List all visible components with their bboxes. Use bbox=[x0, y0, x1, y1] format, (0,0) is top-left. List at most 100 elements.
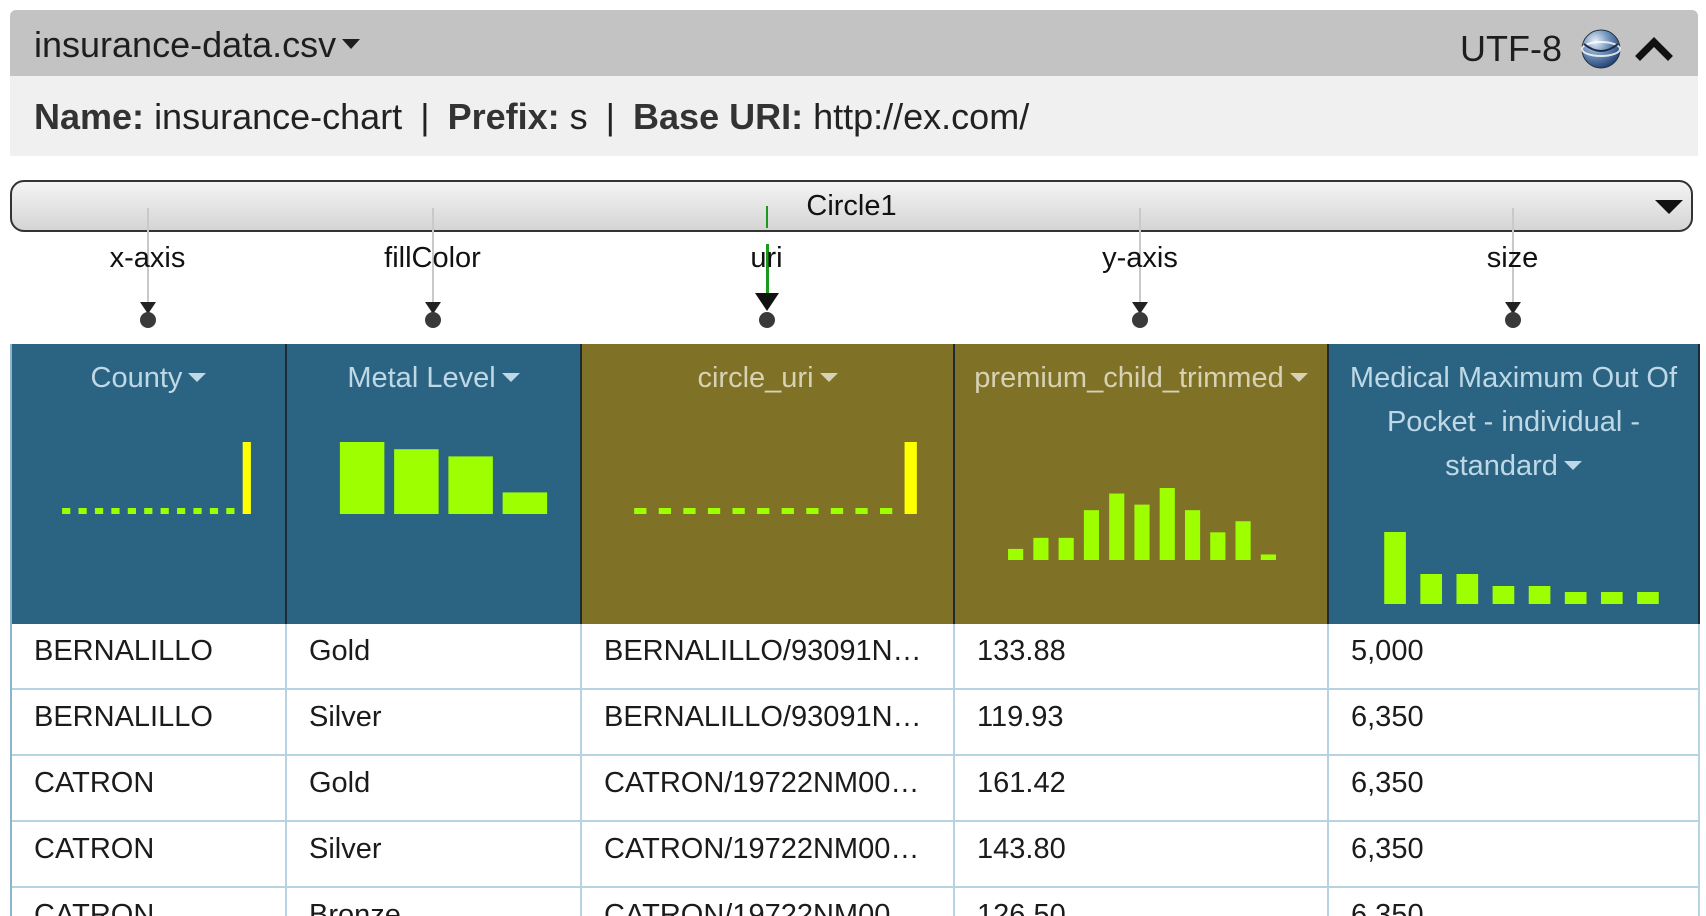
table-cell-x-axis: CATRON bbox=[12, 822, 287, 888]
histogram-bar bbox=[1600, 592, 1623, 604]
table-row[interactable]: CATRON Gold CATRON/19722NM00… 161.42 6,350 bbox=[12, 756, 1700, 822]
file-name-label: insurance-data.csv bbox=[34, 24, 337, 65]
encoding-label[interactable]: UTF-8 bbox=[1460, 28, 1562, 70]
data-table: County Metal Level circle_uri premium_child… bbox=[10, 344, 1700, 916]
table-cell-uri: CATRON/19722NM00… bbox=[582, 822, 955, 888]
column-header-label[interactable]: Metal Level bbox=[287, 344, 580, 400]
prefix-value: s bbox=[569, 96, 588, 137]
model-info-bar: Name: insurance-chart | Prefix: s | Base… bbox=[10, 76, 1698, 156]
histogram-bar bbox=[1083, 510, 1100, 560]
caret-down-icon[interactable] bbox=[1289, 372, 1308, 382]
histogram-bar bbox=[634, 508, 647, 514]
separator: | bbox=[420, 96, 430, 137]
property-label-y-axis[interactable]: y-axis bbox=[1102, 242, 1178, 275]
table-cell-fillColor: Silver bbox=[287, 822, 582, 888]
table-cell-fillColor: Bronze bbox=[287, 888, 582, 916]
base-uri-value: http://ex.com/ bbox=[813, 96, 1030, 137]
table-cell-size: 6,350 bbox=[1329, 690, 1700, 756]
histogram-bar bbox=[1456, 574, 1479, 604]
histogram-bar bbox=[242, 442, 251, 514]
chevron-up-icon[interactable] bbox=[1635, 30, 1673, 66]
connector-dot[interactable] bbox=[758, 312, 775, 328]
property-label-fillColor[interactable]: fillColor bbox=[384, 242, 481, 275]
table-cell-fillColor: Gold bbox=[287, 756, 582, 822]
histogram-bar bbox=[209, 508, 219, 514]
histogram-uri bbox=[634, 442, 917, 514]
histogram-size bbox=[1384, 532, 1659, 604]
table-cell-uri: BERNALILLO/93091N… bbox=[582, 624, 955, 690]
caret-down-icon bbox=[342, 39, 361, 50]
property-label-size[interactable]: size bbox=[1487, 242, 1539, 275]
caret-down-icon[interactable] bbox=[819, 372, 838, 382]
globe-icon[interactable] bbox=[1580, 28, 1622, 70]
caret-down-icon[interactable] bbox=[501, 372, 520, 382]
histogram-bar bbox=[62, 508, 71, 514]
column-name: Medical Maximum Out Of Pocket - individu… bbox=[1349, 362, 1678, 482]
histogram-bar bbox=[658, 508, 672, 514]
name-value: insurance-chart bbox=[154, 96, 403, 137]
model-selected-label: Circle1 bbox=[806, 190, 897, 222]
table-cell-y-axis: 133.88 bbox=[955, 624, 1329, 690]
histogram-fillColor bbox=[339, 442, 548, 514]
connector-dot[interactable] bbox=[1132, 312, 1148, 328]
column-name: County bbox=[90, 362, 183, 394]
column-header-size[interactable]: Medical Maximum Out Of Pocket - individu… bbox=[1329, 344, 1700, 624]
histogram-bar bbox=[1134, 504, 1150, 560]
table-cell-uri: CATRON/19722NM00… bbox=[582, 756, 955, 822]
separator: | bbox=[605, 96, 616, 137]
file-name-dropdown[interactable]: insurance-data.csv bbox=[34, 24, 361, 66]
table-cell-size: 5,000 bbox=[1329, 624, 1700, 690]
histogram-bar bbox=[1420, 574, 1443, 604]
histogram-bar bbox=[1184, 510, 1201, 560]
column-name: premium_child_trimmed bbox=[974, 362, 1284, 394]
histogram-bar bbox=[78, 508, 87, 514]
column-header-label[interactable]: premium_child_trimmed bbox=[955, 344, 1327, 400]
histogram-bar bbox=[781, 508, 794, 514]
histogram-bar bbox=[830, 508, 844, 514]
histogram-bar bbox=[502, 492, 548, 514]
column-header-label[interactable]: Medical Maximum Out Of Pocket - individu… bbox=[1329, 344, 1698, 488]
histogram-bar bbox=[707, 508, 721, 514]
histogram-bar bbox=[1528, 586, 1551, 604]
table-row[interactable]: CATRON Bronze CATRON/19722NM00… 126.50 6,350 bbox=[12, 888, 1700, 916]
model-info[interactable]: Name: insurance-chart | Prefix: s | Base… bbox=[34, 96, 1029, 138]
histogram-bar bbox=[94, 508, 104, 514]
histogram-bar bbox=[339, 442, 385, 514]
column-header-y-axis[interactable]: premium_child_trimmed bbox=[955, 344, 1329, 624]
histogram-bar bbox=[111, 508, 120, 514]
table-cell-fillColor: Gold bbox=[287, 624, 582, 690]
model-select[interactable]: Circle1 bbox=[10, 180, 1693, 232]
connector-dot[interactable] bbox=[139, 312, 156, 328]
column-header-fillColor[interactable]: Metal Level bbox=[287, 344, 582, 624]
table-row[interactable]: BERNALILLO Silver BERNALILLO/93091N… 119.93… bbox=[12, 690, 1700, 756]
table-cell-x-axis: CATRON bbox=[12, 756, 287, 822]
table-cell-x-axis: CATRON bbox=[12, 888, 287, 916]
caret-down-icon[interactable] bbox=[1563, 460, 1582, 470]
histogram-bar bbox=[394, 449, 439, 514]
column-header-x-axis[interactable]: County bbox=[12, 344, 287, 624]
connector-dot[interactable] bbox=[1504, 312, 1521, 328]
histogram-bar bbox=[1260, 554, 1276, 560]
column-header-uri[interactable]: circle_uri bbox=[582, 344, 955, 624]
histogram-bar bbox=[1637, 592, 1659, 604]
histogram-bar bbox=[1033, 537, 1049, 560]
histogram-y-axis bbox=[1008, 488, 1276, 560]
column-header-label[interactable]: circle_uri bbox=[582, 344, 953, 400]
table-cell-size: 6,350 bbox=[1329, 888, 1700, 916]
file-header: insurance-data.csv UTF-8 bbox=[10, 10, 1698, 76]
column-header-label[interactable]: County bbox=[12, 344, 285, 400]
histogram-bar bbox=[226, 508, 235, 514]
histogram-bar bbox=[1564, 592, 1587, 604]
table-row[interactable]: BERNALILLO Gold BERNALILLO/93091N… 133.88 5,… bbox=[12, 624, 1700, 690]
table-cell-y-axis: 119.93 bbox=[955, 690, 1329, 756]
connector-dot[interactable] bbox=[424, 312, 441, 328]
histogram-bar bbox=[144, 508, 153, 514]
property-label-uri[interactable]: uri bbox=[750, 242, 782, 275]
arrow-down-icon bbox=[754, 293, 779, 311]
caret-down-icon[interactable] bbox=[188, 372, 207, 382]
caret-down-icon bbox=[1655, 200, 1683, 214]
property-label-x-axis[interactable]: x-axis bbox=[110, 242, 186, 275]
histogram-bar bbox=[1492, 586, 1515, 604]
table-row[interactable]: CATRON Silver CATRON/19722NM00… 143.80 6,350 bbox=[12, 822, 1700, 888]
histogram-bar bbox=[127, 508, 136, 514]
